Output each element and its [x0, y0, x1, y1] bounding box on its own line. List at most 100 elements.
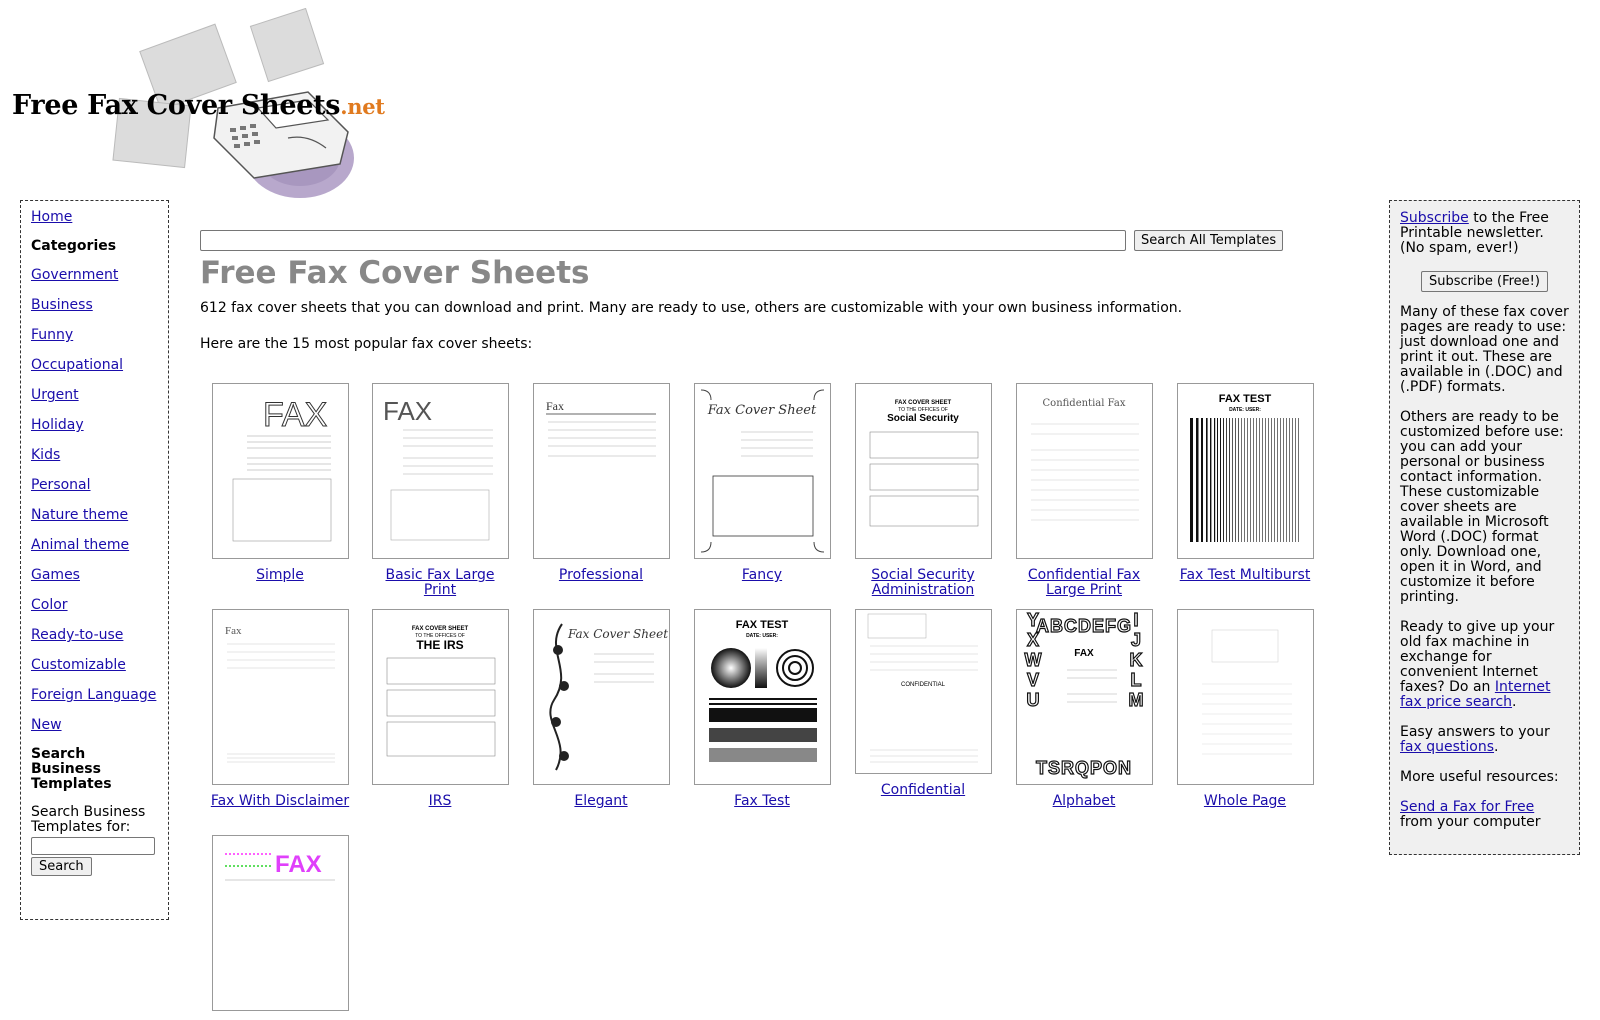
template-tile[interactable]: FAX TEST DATE: USER: Fax Test — [692, 609, 832, 809]
category-link-games[interactable]: Games — [31, 567, 158, 584]
category-link-business[interactable]: Business — [31, 297, 158, 314]
thumb-confidential-label: CONFIDENTIAL — [900, 682, 945, 688]
thumb-fax-test-title: FAX TEST — [735, 619, 788, 631]
nav-home-link[interactable]: Home — [31, 209, 158, 226]
template-tile[interactable]: ABCDEFG TSRQPON FAX ZYXWVU HIJKLM Alphab… — [1014, 609, 1154, 809]
template-thumbnail[interactable]: FAX TEST DATE: USER: — [693, 609, 831, 785]
template-link-fax-test[interactable]: Fax Test — [692, 794, 832, 809]
template-thumbnail[interactable]: Fax Cover Sheet — [693, 383, 831, 559]
template-search-input[interactable] — [200, 229, 1126, 251]
business-search-input[interactable] — [31, 837, 155, 855]
template-tile[interactable]: FAX — [210, 835, 350, 1020]
thumb-fax-test-title: FAX TEST — [1218, 393, 1271, 405]
thumb-elegant-title: Fax Cover Sheet — [566, 627, 667, 641]
category-link-urgent[interactable]: Urgent — [31, 387, 158, 404]
template-link-confidential-large[interactable]: Confidential Fax Large Print — [1014, 568, 1154, 598]
category-link-customizable[interactable]: Customizable — [31, 657, 158, 674]
template-thumbnail[interactable]: Fax — [211, 609, 349, 785]
template-thumbnail[interactable]: FAX — [211, 835, 349, 1011]
thumb-ssa-title: Social Security — [887, 413, 959, 424]
template-link-ssa[interactable]: Social Security Administration — [853, 568, 993, 598]
thumb-alphabet-right: HIJKLM — [1126, 610, 1146, 710]
template-thumbnail[interactable]: FAX COVER SHEET TO THE OFFICES OF THE IR… — [371, 609, 509, 785]
newsletter-text: Subscribe to the Free Printable newslett… — [1400, 210, 1549, 256]
business-search-button[interactable]: Search — [31, 857, 92, 876]
template-tile[interactable]: FAX Basic Fax Large Print — [370, 383, 510, 598]
subscribe-button[interactable]: Subscribe (Free!) — [1421, 271, 1548, 292]
template-link-alphabet[interactable]: Alphabet — [1014, 794, 1154, 809]
template-thumbnail[interactable]: FAX COVER SHEET TO THE OFFICES OF Social… — [854, 383, 992, 559]
template-link-professional[interactable]: Professional — [531, 568, 671, 583]
fax-questions-link[interactable]: fax questions — [1400, 739, 1494, 755]
template-link-basic-large[interactable]: Basic Fax Large Print — [370, 568, 510, 598]
template-link-disclaimer[interactable]: Fax With Disclaimer — [210, 794, 350, 809]
thumb-fax-small-text: Fax — [546, 399, 564, 413]
template-thumbnail[interactable]: CONFIDENTIAL — [854, 609, 992, 774]
template-thumbnail[interactable]: FAX — [371, 383, 509, 559]
thumb-irs-head: FAX COVER SHEET — [411, 626, 468, 632]
template-thumbnail[interactable]: Fax — [532, 383, 670, 559]
template-tile[interactable]: FAX Simple — [210, 383, 350, 583]
category-link-holiday[interactable]: Holiday — [31, 417, 158, 434]
category-link-animal-theme[interactable]: Animal theme — [31, 537, 158, 554]
category-link-funny[interactable]: Funny — [31, 327, 158, 344]
template-link-fancy[interactable]: Fancy — [692, 568, 832, 583]
template-tile[interactable]: Fax Cover Sheet Fancy — [692, 383, 832, 583]
template-tile[interactable]: Fax Professional — [531, 383, 671, 583]
template-tile[interactable]: FAX TEST DATE: USER: Fax Test Multiburst — [1175, 383, 1315, 583]
template-thumbnail[interactable]: FAX TEST DATE: USER: — [1176, 383, 1314, 559]
template-link-whole-page[interactable]: Whole Page — [1175, 794, 1315, 809]
thumb-alphabet-top: ABCDEFG — [1036, 616, 1132, 636]
logo-text: Free Fax Cover Sheets.net — [12, 90, 385, 121]
category-link-new[interactable]: New — [31, 717, 158, 734]
template-tile[interactable]: FAX COVER SHEET TO THE OFFICES OF Social… — [853, 383, 993, 598]
category-link-occupational[interactable]: Occupational — [31, 357, 158, 374]
template-search-bar: Search All Templates — [200, 228, 1320, 252]
thumb-irs-title: THE IRS — [416, 638, 463, 652]
category-link-color[interactable]: Color — [31, 597, 158, 614]
template-tile[interactable]: Confidential Fax Confidential Fax Large … — [1014, 383, 1154, 598]
category-link-personal[interactable]: Personal — [31, 477, 158, 494]
template-thumbnail[interactable]: FAX — [211, 383, 349, 559]
subscribe-link[interactable]: Subscribe — [1400, 210, 1469, 226]
thumb-alphabet-bottom: TSRQPON — [1035, 758, 1131, 778]
category-link-government[interactable]: Government — [31, 267, 158, 284]
site-logo[interactable]: Free Fax Cover Sheets.net — [8, 7, 385, 200]
categories-heading: Categories — [31, 238, 117, 254]
template-link-irs[interactable]: IRS — [370, 794, 510, 809]
thumb-fax-small-text: Fax — [225, 625, 242, 637]
search-all-templates-button[interactable]: Search All Templates — [1134, 229, 1284, 251]
category-link-ready-to-use[interactable]: Ready-to-use — [31, 627, 158, 644]
info-paragraph-internet-fax: Ready to give up your old fax machine in… — [1400, 619, 1555, 710]
left-sidebar: Home Categories Government Business Funn… — [20, 200, 169, 920]
business-search-heading: Search Business Templates — [31, 746, 112, 792]
template-thumbnail[interactable]: Fax Cover Sheet — [532, 609, 670, 785]
thumb-date-user-text: DATE: USER: — [746, 633, 778, 639]
popular-text: Here are the 15 most popular fax cover s… — [200, 336, 533, 352]
category-link-kids[interactable]: Kids — [31, 447, 158, 464]
intro-text: 612 fax cover sheets that you can downlo… — [200, 300, 1183, 316]
thumb-date-user-text: DATE: USER: — [1229, 407, 1261, 413]
template-thumbnail[interactable]: Confidential Fax — [1015, 383, 1153, 559]
template-tile[interactable]: FAX COVER SHEET TO THE OFFICES OF THE IR… — [370, 609, 510, 809]
main-content: Search All Templates Free Fax Cover Shee… — [200, 228, 1320, 1011]
template-tile[interactable]: Fax Fax With Disclaimer — [210, 609, 350, 809]
template-link-simple[interactable]: Simple — [210, 568, 350, 583]
template-tile[interactable]: CONFIDENTIAL Confidential — [853, 609, 993, 798]
thumb-color-fax-text: FAX — [275, 851, 322, 878]
category-link-nature-theme[interactable]: Nature theme — [31, 507, 158, 524]
template-link-fax-test-multiburst[interactable]: Fax Test Multiburst — [1175, 568, 1315, 583]
template-link-confidential[interactable]: Confidential — [853, 783, 993, 798]
info-paragraph-ready: Many of these fax cover pages are ready … — [1400, 304, 1569, 395]
template-link-elegant[interactable]: Elegant — [531, 794, 671, 809]
info-paragraph-questions: Easy answers to your fax questions. — [1400, 724, 1550, 755]
send-fax-free-link[interactable]: Send a Fax for Free — [1400, 799, 1534, 815]
info-paragraph-customizable: Others are ready to be customized before… — [1400, 409, 1564, 605]
thumb-fax-text: FAX — [263, 396, 327, 434]
template-thumbnail[interactable] — [1176, 609, 1314, 785]
template-tile[interactable]: Fax Cover Sheet Elegant — [531, 609, 671, 809]
more-resources-heading: More useful resources: — [1400, 769, 1559, 785]
template-tile[interactable]: Whole Page — [1175, 609, 1315, 809]
category-link-foreign-language[interactable]: Foreign Language — [31, 687, 158, 704]
template-thumbnail[interactable]: ABCDEFG TSRQPON FAX ZYXWVU HIJKLM — [1015, 609, 1153, 785]
